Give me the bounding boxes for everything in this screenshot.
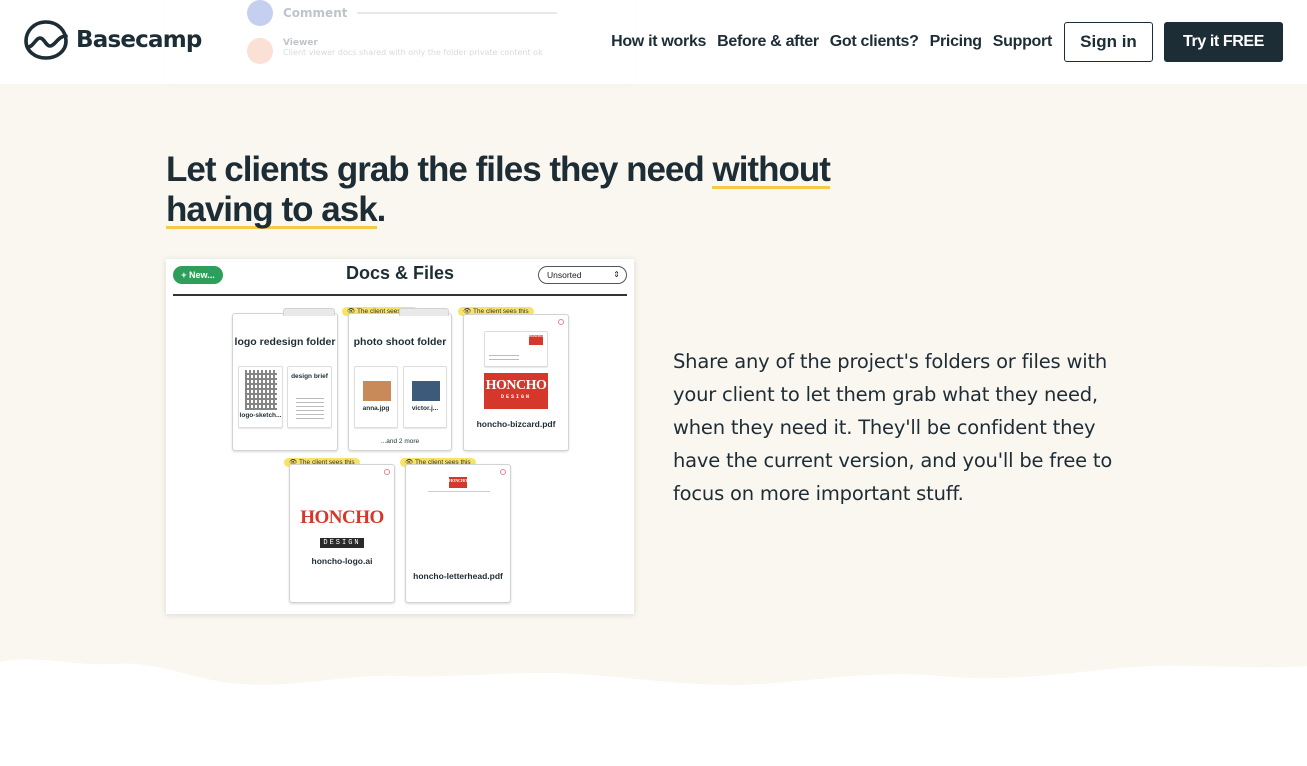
folder-photo-shoot: photo shoot folder anna.jpg victor.j... …	[348, 308, 452, 451]
photo-preview	[363, 381, 391, 401]
letterhead-brand-mark: HONCHO	[449, 477, 467, 488]
file-name: anna.jpg	[362, 405, 390, 412]
logo-wordmark: Basecamp	[76, 27, 202, 53]
brand-name: HONCHO	[300, 507, 384, 528]
sort-arrows-icon: ⇕	[613, 270, 620, 279]
more-files-note: ...and 2 more	[380, 438, 420, 445]
file-thumb-anna: anna.jpg	[354, 366, 398, 428]
sign-in-button[interactable]: Sign in	[1064, 22, 1153, 62]
file-name: victor.j...	[411, 405, 439, 412]
bizcard-back-preview: HONCHO	[484, 331, 548, 367]
mini-brand-mark: HONCHO	[529, 335, 543, 345]
sort-label: Unsorted	[547, 270, 582, 280]
nav-support[interactable]: Support	[993, 33, 1053, 51]
file-status-icon	[384, 469, 390, 475]
torn-paper-divider	[0, 659, 1307, 766]
file-name: honcho-bizcard.pdf	[476, 419, 556, 429]
file-name: design brief	[291, 373, 328, 380]
letterhead-rule	[428, 491, 490, 492]
file-name: honcho-logo.ai	[311, 556, 373, 566]
comment-field-line	[357, 12, 558, 14]
file-status-icon	[500, 469, 506, 475]
file-thumb-victor: victor.j...	[403, 366, 447, 428]
docs-files-screenshot: + New... Docs & Files Unsorted ⇕ logo re…	[166, 259, 634, 614]
folder-title: photo shoot folder	[353, 336, 447, 348]
site-header: Comment Viewer Client viewer docs shared…	[0, 0, 1307, 84]
sort-select: Unsorted ⇕	[538, 266, 627, 284]
file-name: honcho-letterhead.pdf	[413, 571, 503, 581]
file-honcho-bizcard: HONCHO HONCHO DESIGN honcho-bizcard.pdf	[463, 314, 569, 451]
folder-title: logo redesign folder	[234, 336, 336, 348]
nav-pricing[interactable]: Pricing	[930, 33, 982, 51]
bizcard-front-preview: HONCHO DESIGN	[484, 373, 548, 409]
try-free-button[interactable]: Try it FREE	[1164, 22, 1283, 62]
brand-sub: DESIGN	[500, 394, 531, 400]
commenter-avatar	[247, 0, 273, 26]
viewer-label: Viewer	[283, 38, 318, 48]
folder-tab	[399, 308, 449, 316]
title-divider	[173, 294, 627, 296]
nav-how-it-works[interactable]: How it works	[611, 33, 706, 51]
file-honcho-letterhead: HONCHO honcho-letterhead.pdf	[405, 464, 511, 603]
headline-highlight-1: without	[712, 150, 831, 189]
section-headline: Let clients grab the files they need wit…	[166, 150, 926, 230]
file-status-icon	[558, 319, 564, 325]
sketch-preview	[245, 370, 277, 410]
brand-sub: DESIGN	[320, 538, 364, 548]
nav-before-after[interactable]: Before & after	[717, 33, 819, 51]
headline-period: .	[376, 190, 387, 229]
nav-got-clients[interactable]: Got clients?	[830, 33, 919, 51]
file-name: logo-sketch...	[239, 412, 282, 419]
viewer-note: Client viewer docs shared with only the …	[283, 48, 543, 57]
honcho-logo-preview: HONCHO DESIGN	[290, 507, 394, 548]
contact-lines	[489, 352, 519, 360]
comment-label: Comment	[283, 6, 348, 20]
headline-highlight-2: having to ask	[166, 190, 378, 229]
file-thumb-design-brief: design brief	[287, 366, 332, 428]
viewer-avatar	[247, 38, 273, 64]
faded-comment-card: Comment Viewer Client viewer docs shared…	[165, 0, 635, 84]
doc-preview-lines	[296, 395, 324, 419]
photo-preview	[412, 381, 440, 401]
headline-text: Let clients grab the files they need	[166, 150, 713, 189]
main-nav: How it works Before & after Got clients?…	[611, 22, 1283, 62]
folder-tab	[283, 308, 335, 316]
file-thumb-logo-sketch: logo-sketch...	[238, 366, 283, 428]
brand-name: HONCHO	[485, 378, 547, 393]
folder-logo-redesign: logo redesign folder logo-sketch... desi…	[232, 308, 338, 451]
section-description: Share any of the project's folders or fi…	[673, 350, 1113, 505]
basecamp-mountain-icon	[24, 20, 68, 60]
file-honcho-logo: HONCHO DESIGN honcho-logo.ai	[289, 464, 395, 603]
basecamp-logo[interactable]: Basecamp	[24, 20, 202, 60]
